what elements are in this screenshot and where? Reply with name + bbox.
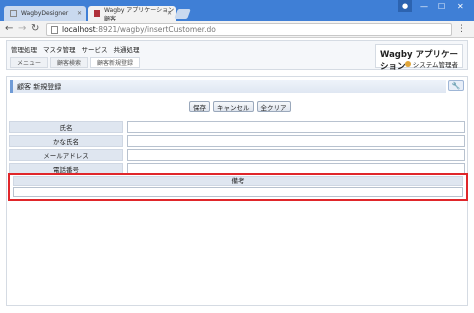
url-path: :8921/wagby/insertCustomer.do (95, 25, 216, 34)
maximize-icon[interactable]: ☐ (438, 2, 445, 11)
kana-name-field[interactable] (127, 135, 465, 147)
page-title-text: 顧客 新規登録 (17, 82, 62, 91)
remarks-field[interactable] (13, 187, 463, 197)
email-field[interactable] (127, 149, 465, 161)
wagby-logo-icon (94, 10, 100, 17)
name-field[interactable] (127, 121, 465, 133)
page-icon (10, 10, 17, 17)
reload-icon[interactable]: ↻ (31, 23, 39, 34)
close-window-icon[interactable]: ✕ (457, 2, 464, 11)
address-bar: ← → ↻ localhost :8921/wagby/insertCustom… (0, 21, 474, 38)
form-row-name: 氏名 (9, 121, 465, 133)
action-buttons: 保存 キャンセル 全クリア (189, 101, 291, 112)
user-icon (404, 61, 411, 67)
field-label: かな氏名 (9, 135, 123, 147)
browser-title-bar: WagbyDesigner ✕ Wagby アプリケーション 顧客 ✕ ● — … (0, 0, 474, 23)
breadcrumb-customer-search[interactable]: 顧客検索 (50, 57, 89, 68)
menu-item-admin[interactable]: 管理処理 (11, 44, 37, 54)
profile-icon[interactable]: ● (398, 0, 412, 12)
forward-icon[interactable]: → (18, 23, 26, 34)
cancel-button[interactable]: キャンセル (213, 101, 254, 112)
wrench-icon[interactable]: 🔧 (448, 80, 464, 91)
remarks-label: 備考 (13, 176, 463, 186)
page-title: 顧客 新規登録 (10, 80, 446, 93)
main-content: 顧客 新規登録 🔧 保存 キャンセル 全クリア 氏名 かな氏名 メールアドレス (6, 76, 468, 306)
close-icon[interactable]: ✕ (77, 10, 82, 17)
tab-wagby-designer[interactable]: WagbyDesigner ✕ (4, 6, 86, 21)
remarks-highlight-box: 備考 (8, 173, 468, 201)
current-user[interactable]: システム管理者 (404, 59, 458, 69)
breadcrumb: メニュー 顧客検索 顧客新規登録 (10, 57, 376, 68)
close-icon[interactable]: ✕ (167, 10, 172, 17)
field-label: メールアドレス (9, 149, 123, 161)
form-row-email: メールアドレス (9, 149, 465, 161)
new-tab-button[interactable] (174, 9, 191, 19)
main-menu: 管理処理 マスタ管理 サービス 共通処理 (11, 44, 140, 54)
save-button[interactable]: 保存 (189, 101, 210, 112)
url-host: localhost (62, 25, 96, 34)
tab-label: Wagby アプリケーション 顧客 (104, 6, 175, 23)
menu-item-service[interactable]: サービス (82, 44, 108, 54)
menu-item-common[interactable]: 共通処理 (114, 44, 140, 54)
brand-box: Wagby アプリケーション システム管理者 (375, 44, 463, 72)
url-input[interactable]: localhost :8921/wagby/insertCustomer.do (46, 23, 452, 36)
form-row-kana-name: かな氏名 (9, 135, 465, 147)
back-icon[interactable]: ← (5, 23, 13, 34)
breadcrumb-menu[interactable]: メニュー (10, 57, 49, 68)
page-info-icon[interactable] (51, 25, 58, 34)
clear-all-button[interactable]: 全クリア (256, 101, 291, 112)
breadcrumb-current: 顧客新規登録 (90, 57, 141, 68)
customer-form: 氏名 かな氏名 メールアドレス 電話番号 (9, 119, 465, 177)
field-label: 氏名 (9, 121, 123, 133)
browser-window: WagbyDesigner ✕ Wagby アプリケーション 顧客 ✕ ● — … (0, 0, 474, 313)
menu-item-master[interactable]: マスタ管理 (43, 44, 76, 54)
minimize-icon[interactable]: — (420, 2, 428, 11)
tab-wagby-application[interactable]: Wagby アプリケーション 顧客 ✕ (88, 6, 176, 23)
browser-menu-icon[interactable]: ⋮ (457, 24, 466, 34)
user-name: システム管理者 (412, 61, 458, 69)
app-header: 管理処理 マスタ管理 サービス 共通処理 メニュー 顧客検索 顧客新規登録 Wa… (6, 40, 468, 72)
tab-label: WagbyDesigner (21, 10, 69, 17)
